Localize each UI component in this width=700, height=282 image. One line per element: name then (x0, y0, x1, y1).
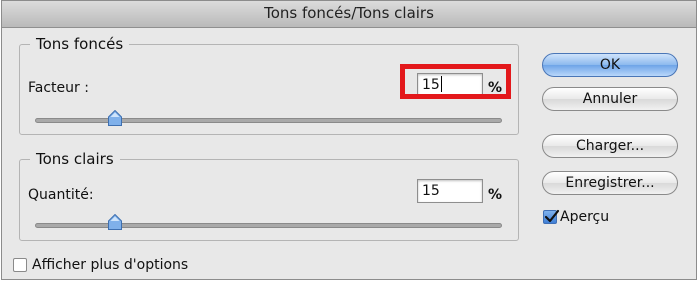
preview-label[interactable]: Aperçu (560, 208, 609, 226)
shadows-amount-slider-track[interactable] (35, 118, 502, 123)
more-options-label[interactable]: Afficher plus d'options (32, 256, 188, 274)
shadows-amount-slider-thumb[interactable] (108, 110, 122, 126)
highlights-amount-unit: % (488, 187, 503, 203)
highlights-amount-input[interactable]: 15 (417, 179, 483, 203)
more-options-checkbox[interactable] (13, 258, 27, 272)
highlights-group-legend: Tons clairs (30, 150, 120, 168)
save-button[interactable]: Enregistrer... (542, 171, 678, 195)
dialog-title: Tons foncés/Tons clairs (2, 1, 696, 28)
highlights-amount-label: Quantité: (28, 187, 94, 203)
shadows-highlights-dialog: Tons foncés/Tons clairs Tons foncés Fact… (1, 0, 697, 280)
preview-checkbox[interactable] (543, 209, 560, 224)
ok-button[interactable]: OK (542, 53, 678, 77)
highlights-amount-value: 15 (422, 183, 440, 199)
highlights-amount-slider-thumb[interactable] (108, 214, 122, 230)
annotation-red-highlight-box (400, 64, 511, 99)
checkmark-icon (544, 209, 560, 223)
load-button[interactable]: Charger... (542, 134, 678, 158)
shadows-amount-label: Facteur : (28, 80, 89, 96)
cancel-button[interactable]: Annuler (542, 87, 678, 111)
shadows-group-legend: Tons foncés (30, 35, 130, 53)
highlights-amount-slider-track[interactable] (35, 223, 502, 228)
